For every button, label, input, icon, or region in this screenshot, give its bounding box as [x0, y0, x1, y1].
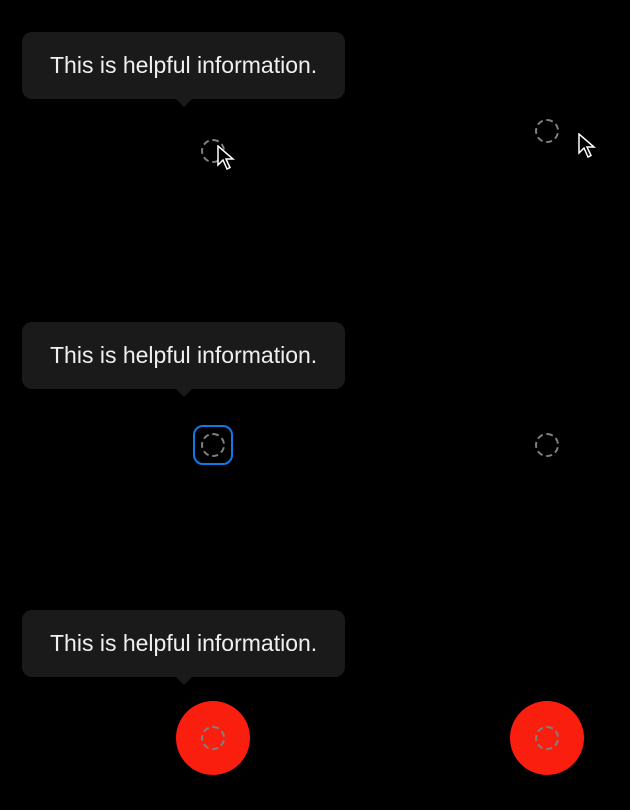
target-circle[interactable]	[535, 119, 559, 143]
target-circle[interactable]	[535, 726, 559, 750]
target-circle[interactable]	[201, 726, 225, 750]
target-circle[interactable]	[535, 433, 559, 457]
tooltip-text: This is helpful information.	[50, 630, 317, 656]
tooltip: This is helpful information.	[22, 32, 345, 99]
tooltip-text: This is helpful information.	[50, 342, 317, 368]
cursor-icon	[578, 133, 598, 159]
tooltip: This is helpful information.	[22, 610, 345, 677]
target-circle[interactable]	[201, 433, 225, 457]
cursor-icon	[217, 145, 237, 171]
tooltip: This is helpful information.	[22, 322, 345, 389]
tooltip-text: This is helpful information.	[50, 52, 317, 78]
